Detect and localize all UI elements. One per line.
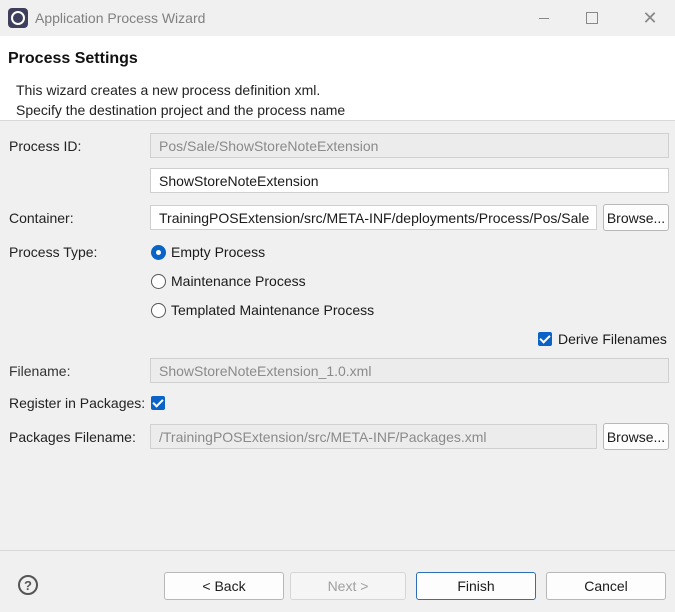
radio-selected-icon[interactable] [151, 244, 166, 260]
radio-maintenance-process[interactable]: Maintenance Process [151, 273, 306, 289]
radio-maintenance-process-label: Maintenance Process [171, 273, 306, 289]
radio-unselected-icon[interactable] [151, 273, 166, 289]
checkbox-checked-icon[interactable] [538, 332, 552, 346]
packages-filename-label: Packages Filename: [9, 429, 136, 445]
filename-label: Filename: [9, 363, 71, 379]
radio-empty-process[interactable]: Empty Process [151, 244, 265, 260]
cancel-button[interactable]: Cancel [546, 572, 666, 600]
process-id-label: Process ID: [9, 138, 82, 154]
page-title: Process Settings [8, 50, 138, 67]
header-description-line1: This wizard creates a new process defini… [16, 82, 321, 98]
header-description-line2: Specify the destination project and the … [16, 102, 346, 118]
register-in-packages-checkbox[interactable] [151, 396, 165, 410]
minimize-icon[interactable] [521, 0, 567, 36]
radio-unselected-icon[interactable] [151, 302, 166, 318]
filename-field: ShowStoreNoteExtension_1.0.xml [150, 358, 669, 383]
derive-filenames-label: Derive Filenames [558, 331, 667, 347]
help-icon[interactable]: ? [18, 575, 38, 595]
finish-button[interactable]: Finish [416, 572, 536, 600]
title-bar: Application Process Wizard ✕ [0, 0, 675, 36]
close-icon[interactable]: ✕ [627, 0, 673, 36]
back-button[interactable]: < Back [164, 572, 284, 600]
packages-filename-field: /TrainingPOSExtension/src/META-INF/Packa… [150, 424, 597, 449]
process-name-input[interactable]: ShowStoreNoteExtension [150, 168, 669, 193]
process-id-prefix-field: Pos/Sale/ShowStoreNoteExtension [150, 133, 669, 158]
container-label: Container: [9, 210, 74, 226]
radio-empty-process-label: Empty Process [171, 244, 266, 260]
container-input[interactable]: TrainingPOSExtension/src/META-INF/deploy… [150, 205, 597, 230]
packages-browse-button[interactable]: Browse... [603, 423, 669, 450]
register-in-packages-label: Register in Packages: [9, 395, 146, 411]
next-button[interactable]: Next > [290, 572, 406, 600]
container-browse-button[interactable]: Browse... [603, 204, 669, 231]
window-title: Application Process Wizard [35, 10, 206, 26]
maximize-icon[interactable] [569, 0, 615, 36]
wizard-header: Process Settings This wizard creates a n… [0, 36, 675, 121]
radio-templated-maintenance-process-label: Templated Maintenance Process [171, 302, 375, 318]
radio-templated-maintenance-process[interactable]: Templated Maintenance Process [151, 302, 374, 318]
app-gear-icon [8, 8, 28, 28]
derive-filenames-checkbox[interactable]: Derive Filenames [538, 331, 667, 347]
process-type-label: Process Type: [9, 244, 98, 260]
